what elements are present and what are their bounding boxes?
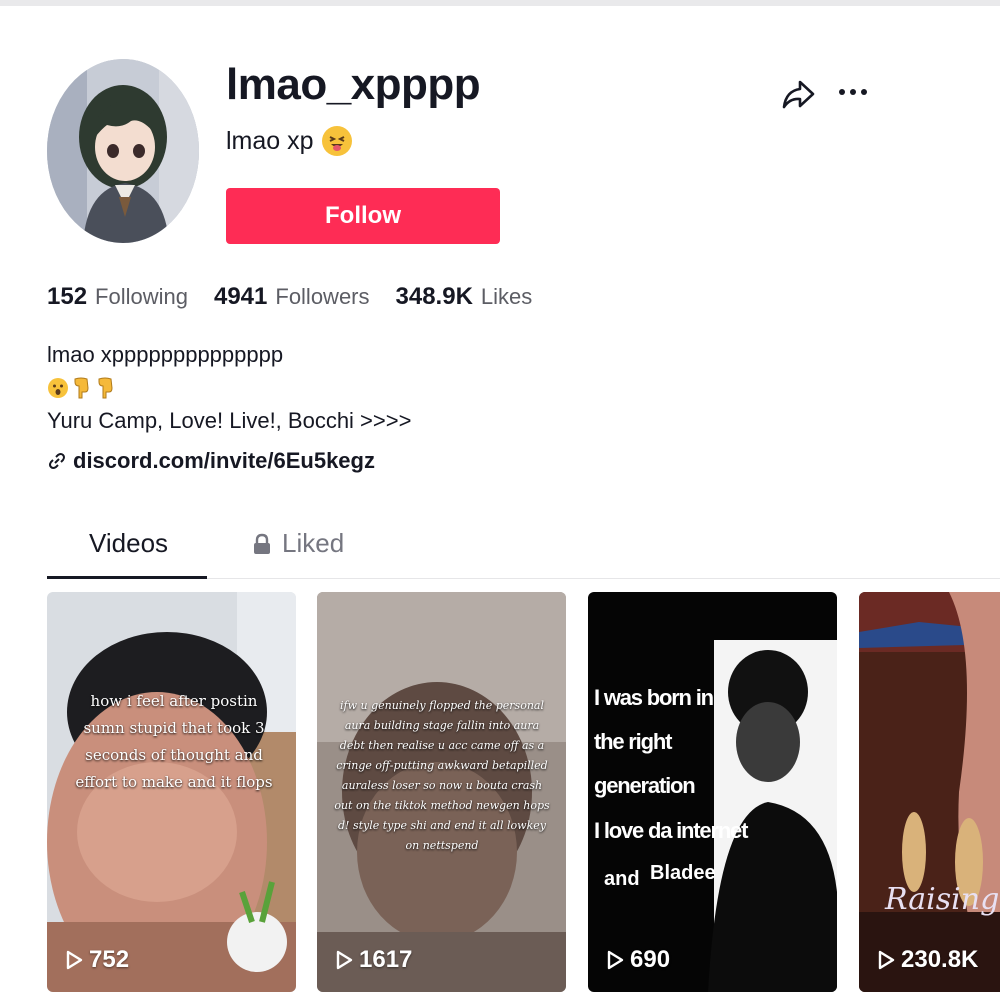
profile-stats: 152 Following 4941 Followers 348.9K Likes xyxy=(47,283,532,311)
stat-label: Likes xyxy=(480,284,533,309)
stat-label: Followers xyxy=(275,284,370,309)
avatar[interactable] xyxy=(47,59,199,243)
view-count: 230.8K xyxy=(877,946,978,974)
bio-line: Yuru Camp, Love! Live!, Bocchi >>>> xyxy=(47,408,412,433)
play-icon xyxy=(66,950,83,970)
profile-tabs: Videos Liked xyxy=(47,520,1000,579)
bio: lmao xpppppppppppppp Yuru Camp, Love! Li… xyxy=(47,338,411,437)
video-thumbnail xyxy=(859,592,1000,992)
stat-followers[interactable]: 4941 Followers xyxy=(214,283,370,311)
video-card[interactable]: how i feel after postin sumn stupid that… xyxy=(47,592,296,992)
view-count-value: 752 xyxy=(89,946,130,973)
view-count-value: 230.8K xyxy=(901,946,979,973)
stat-following[interactable]: 152 Following xyxy=(47,283,188,311)
more-options-icon[interactable] xyxy=(836,80,870,104)
view-count-value: 690 xyxy=(630,946,671,973)
tab-liked-label: Liked xyxy=(282,528,345,558)
video-caption: how i feel after postin sumn stupid that… xyxy=(75,692,273,791)
view-count: 690 xyxy=(606,946,670,974)
squinting-tongue-emoji-icon xyxy=(321,126,352,156)
stat-value: 348.9K xyxy=(395,283,473,310)
view-count: 752 xyxy=(65,946,129,974)
video-caption: I was born in the right generation xyxy=(594,685,714,798)
tab-liked[interactable]: Liked xyxy=(252,528,344,559)
stat-value: 152 xyxy=(47,283,88,310)
surprised-face-emoji-icon xyxy=(48,377,68,398)
video-caption: Bladee xyxy=(650,862,716,884)
lock-icon xyxy=(254,533,270,554)
view-count-value: 1617 xyxy=(359,946,413,973)
nickname: lmao xp xyxy=(226,126,314,155)
link-icon xyxy=(49,453,65,469)
username: lmao_xpppp xyxy=(226,60,481,109)
video-caption: Raising p xyxy=(885,882,1000,917)
bio-line: lmao xpppppppppppppp xyxy=(47,342,284,367)
active-tab-indicator xyxy=(47,576,207,579)
bio-link-text[interactable]: discord.com/invite/6Eu5kegz xyxy=(73,448,375,474)
stat-label: Following xyxy=(95,284,188,309)
stat-value: 4941 xyxy=(213,283,268,310)
play-icon xyxy=(336,950,353,970)
video-caption: and xyxy=(604,868,640,890)
nickname-row: lmao xp xyxy=(226,126,352,156)
bio-link[interactable]: discord.com/invite/6Eu5kegz xyxy=(47,448,375,474)
video-card[interactable]: I was born in the right generation I lov… xyxy=(588,592,837,992)
stat-likes: 348.9K Likes xyxy=(396,283,533,311)
video-card[interactable]: Raising p 230.8K xyxy=(859,592,1000,992)
video-caption: I love da internet xyxy=(594,818,748,843)
bio-emoji-row xyxy=(47,371,411,404)
pointing-down-hand-emoji-icon xyxy=(74,377,89,398)
play-icon xyxy=(878,950,895,970)
view-count: 1617 xyxy=(335,946,412,974)
share-icon[interactable] xyxy=(780,76,816,112)
pointing-down-hand-emoji-icon xyxy=(98,377,113,398)
follow-button[interactable]: Follow xyxy=(226,188,500,244)
play-icon xyxy=(607,950,624,970)
video-card[interactable]: ifw u genuinely flopped the personal aur… xyxy=(317,592,566,992)
tab-videos[interactable]: Videos xyxy=(89,528,168,559)
avatar-image xyxy=(47,59,199,243)
video-caption: ifw u genuinely flopped the personal aur… xyxy=(334,699,550,852)
top-border xyxy=(0,0,1000,6)
